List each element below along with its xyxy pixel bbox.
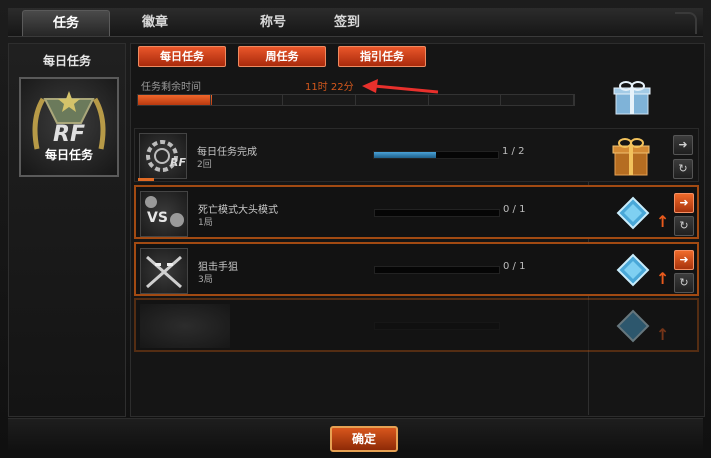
top-tab-bar: 任务 徽章 称号 签到 (8, 8, 703, 37)
up-arrow-icon: ↑ (656, 325, 670, 344)
subtab-guide[interactable]: 指引任务 (338, 46, 426, 67)
svg-text:RF: RF (170, 156, 186, 169)
crossed-rifles-icon (140, 248, 188, 294)
tab-tasks[interactable]: 任务 (22, 10, 110, 36)
gear-graphic: RF (146, 140, 186, 172)
subtab-weekly[interactable]: 周任务 (238, 46, 326, 67)
locked-task-row: ↑ (134, 298, 699, 352)
red-arrow-annotation-icon (362, 79, 439, 94)
diamond-icon (616, 309, 650, 343)
confirm-button[interactable]: 确定 (330, 426, 398, 452)
share-arrow-button[interactable]: ➜ (673, 135, 693, 155)
share-arrow-button[interactable]: ➜ (674, 250, 694, 270)
task-count: 3局 (198, 275, 213, 285)
timer-segment (283, 95, 356, 105)
corner-ornament (675, 12, 697, 34)
timer-label: 任务剩余时间 (141, 82, 201, 93)
gift-box-icon (612, 138, 650, 176)
task-row: 狙击手狙 3局 0 / 1 ↑ ➜ ↻ (134, 242, 699, 296)
task-progress-bar (374, 322, 500, 330)
emblem-label: 每日任务 (44, 148, 93, 162)
up-arrow-icon: ↑ (656, 269, 670, 288)
task-row: RF 每日任务完成 2回 1 / 2 ➜ ↻ (134, 128, 699, 182)
up-arrow-icon: ↑ (656, 212, 670, 231)
timer-segment (211, 95, 284, 105)
vs-icon: VS (140, 191, 188, 237)
task-progress-bar (374, 209, 500, 217)
task-count: 2回 (197, 160, 212, 170)
svg-text:VS: VS (147, 210, 168, 226)
left-panel-title: 每日任务 (42, 54, 91, 68)
share-arrow-button[interactable]: ➜ (674, 193, 694, 213)
task-row: VS 死亡模式大头模式 1局 0 / 1 ↑ ➜ ↻ (134, 185, 699, 239)
row-marker (138, 178, 154, 181)
timer-progress-bar (137, 94, 575, 106)
task-progress-bar (374, 266, 500, 274)
task-progress-text: 0 / 1 (503, 261, 526, 272)
rifles-graphic (146, 255, 182, 289)
task-progress-fill (374, 152, 436, 158)
subtab-daily[interactable]: 每日任务 (138, 46, 226, 67)
task-name: 狙击手狙 (198, 262, 238, 273)
task-name: 死亡模式大头模式 (198, 205, 278, 216)
refresh-button[interactable]: ↻ (674, 273, 694, 293)
vs-graphic: VS (145, 196, 184, 227)
left-panel: 每日任务 RF 每日任务 (8, 43, 126, 417)
tab-checkin[interactable]: 签到 (304, 10, 390, 35)
task-progress-bar (373, 151, 499, 159)
timer-segment (501, 95, 574, 105)
refresh-button[interactable]: ↻ (673, 159, 693, 179)
blue-gift-icon (613, 81, 651, 115)
timer-value: 11时 22分 (305, 82, 354, 93)
diamond-icon (616, 253, 650, 287)
task-name: 每日任务完成 (197, 147, 257, 158)
daily-task-emblem-icon: RF 每日任务 (19, 77, 119, 177)
svg-text:RF: RF (53, 122, 85, 147)
refresh-button[interactable]: ↻ (674, 216, 694, 236)
tab-badges[interactable]: 徽章 (112, 10, 198, 35)
task-progress-text: 1 / 2 (502, 146, 525, 157)
locked-emblem-icon (140, 304, 230, 348)
diamond-icon (616, 196, 650, 230)
timer-segment (138, 95, 211, 105)
gear-rf-icon: RF (139, 133, 187, 179)
task-count: 1局 (198, 218, 213, 228)
task-progress-text: 0 / 1 (503, 204, 526, 215)
